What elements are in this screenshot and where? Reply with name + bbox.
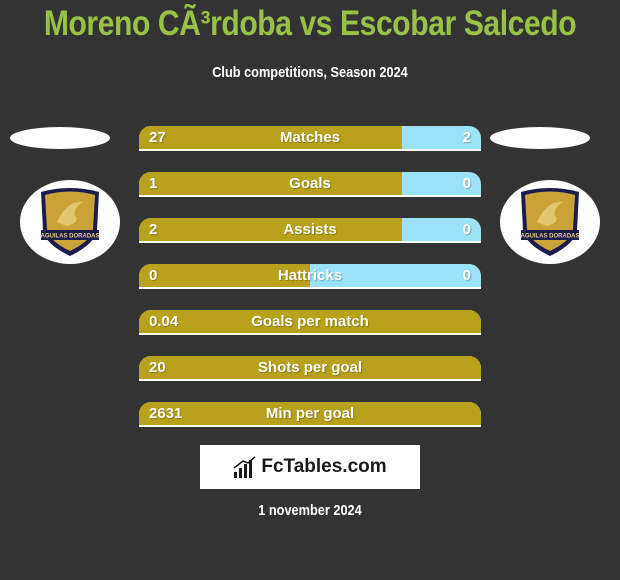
page-title: Moreno CÃ³rdoba vs Escobar Salcedo	[43, 4, 577, 43]
left-team-logo[interactable]: AGUILAS DORADAS	[20, 180, 120, 264]
stat-label: Assists	[283, 221, 337, 238]
right-team-logo[interactable]: AGUILAS DORADAS	[500, 180, 600, 264]
brand-text: FcTables.com	[261, 456, 387, 477]
date-label: 1 november 2024	[258, 502, 362, 519]
crest-text: AGUILAS DORADAS	[520, 234, 579, 240]
right-player-oval	[490, 127, 590, 149]
stat-label: Hattricks	[277, 267, 343, 284]
fctables-brand[interactable]: FcTables.com	[200, 445, 420, 489]
right-value: 2	[462, 129, 471, 146]
crest-icon: AGUILAS DORADAS	[520, 188, 580, 256]
stat-label: Min per goal	[265, 405, 355, 422]
left-player-oval	[10, 127, 110, 149]
stat-bar-min-per-goal: 2631 Min per goal	[139, 402, 481, 427]
bar-chart-icon	[233, 456, 256, 478]
stat-bar-assists: 2 Assists 0	[139, 218, 481, 243]
stat-bar-shots-per-goal: 20 Shots per goal	[139, 356, 481, 381]
stat-label: Shots per goal	[257, 359, 363, 376]
stat-label: Goals	[289, 175, 331, 192]
stat-bar-goals: 1 Goals 0	[139, 172, 481, 197]
stat-label: Matches	[279, 129, 341, 146]
stat-label: Goals per match	[251, 313, 369, 330]
right-value: 0	[462, 221, 471, 238]
right-value: 0	[462, 267, 471, 284]
crest-text: AGUILAS DORADAS	[40, 234, 99, 240]
crest-icon: AGUILAS DORADAS	[40, 188, 100, 256]
stat-bar-matches: 27 Matches 2	[139, 126, 481, 151]
stat-bar-goals-per-match: 0.04 Goals per match	[139, 310, 481, 335]
right-value: 0	[462, 175, 471, 192]
stat-bar-hattricks: 0 Hattricks 0	[139, 264, 481, 289]
subtitle: Club competitions, Season 2024	[212, 64, 408, 81]
